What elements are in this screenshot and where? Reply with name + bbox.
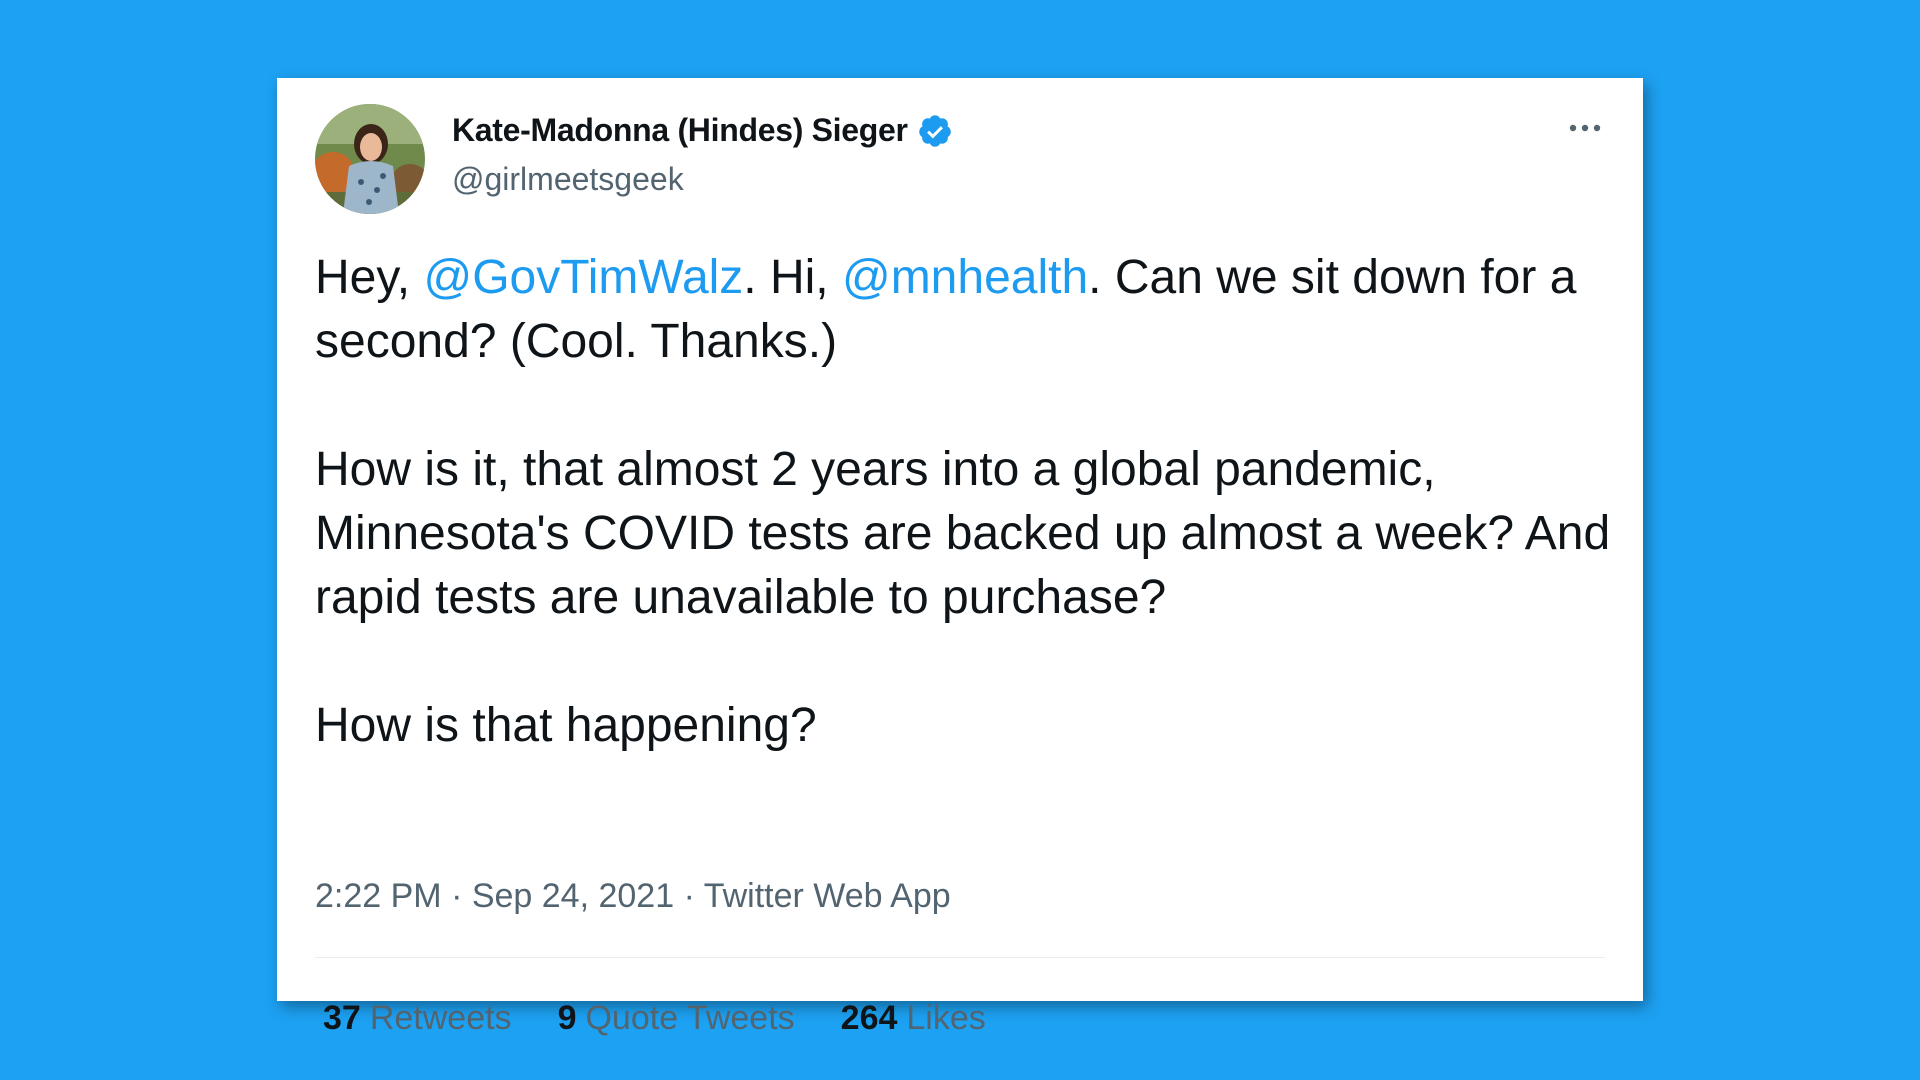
avatar-photo bbox=[315, 104, 425, 214]
mention-link-govtimwalz[interactable]: @GovTimWalz bbox=[423, 251, 743, 304]
divider bbox=[315, 957, 1605, 958]
tweet-card: Kate-Madonna (Hindes) Sieger @girlmeetsg… bbox=[277, 78, 1643, 1037]
author-handle[interactable]: @girlmeetsgeek bbox=[452, 161, 684, 198]
likes-label: Likes bbox=[906, 999, 986, 1037]
avatar[interactable] bbox=[315, 104, 425, 214]
tweet-text-segment: Hey, bbox=[315, 251, 424, 304]
retweets-stat[interactable]: 37 Retweets bbox=[323, 998, 512, 1038]
likes-stat[interactable]: 264 Likes bbox=[841, 998, 986, 1038]
author-display-name[interactable]: Kate-Madonna (Hindes) Sieger bbox=[452, 112, 908, 149]
more-options-icon[interactable] bbox=[1565, 118, 1605, 138]
tweet-text-segment: . Hi, bbox=[743, 251, 842, 304]
tweet-paragraph-3: How is that happening? bbox=[315, 699, 817, 752]
verified-badge-icon bbox=[917, 113, 953, 149]
tweet-paragraph-1: Hey, @GovTimWalz. Hi, @mnhealth. Can we … bbox=[315, 246, 1615, 374]
tweet-text: Hey, @GovTimWalz. Hi, @mnhealth. Can we … bbox=[315, 246, 1615, 758]
retweets-label: Retweets bbox=[369, 999, 512, 1037]
quote-tweets-stat[interactable]: 9 Quote Tweets bbox=[558, 998, 795, 1038]
author-name-row: Kate-Madonna (Hindes) Sieger bbox=[452, 112, 953, 149]
quote-tweets-label: Quote Tweets bbox=[585, 999, 795, 1037]
tweet-timestamp[interactable]: 2:22 PM · Sep 24, 2021 · Twitter Web App bbox=[315, 876, 951, 916]
quote-tweets-count: 9 bbox=[557, 999, 577, 1037]
tweet-paragraph-2: How is it, that almost 2 years into a gl… bbox=[315, 443, 1611, 624]
retweets-count: 37 bbox=[323, 999, 361, 1037]
tweet-stats: 37 Retweets 9 Quote Tweets 264 Likes bbox=[323, 998, 1032, 1038]
mention-link-mnhealth[interactable]: @mnhealth bbox=[842, 251, 1088, 304]
likes-count: 264 bbox=[840, 999, 898, 1037]
